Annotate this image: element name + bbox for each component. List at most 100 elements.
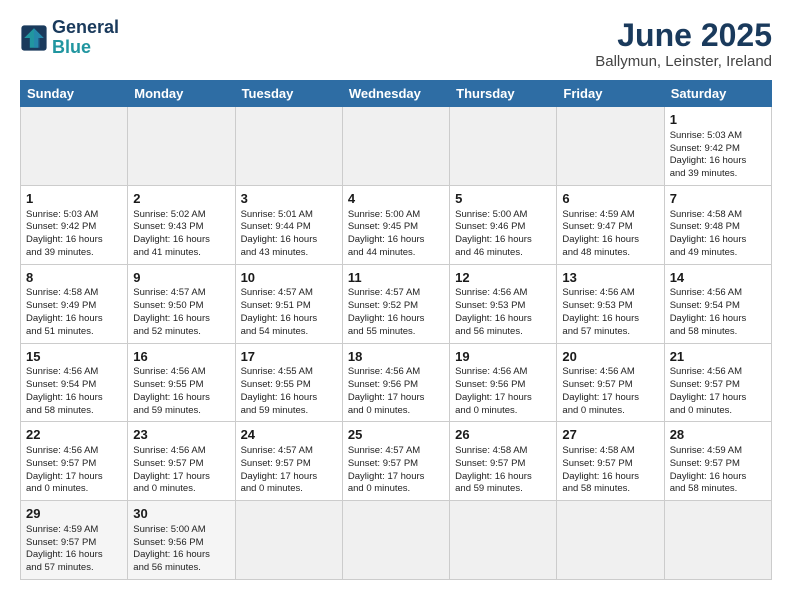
- day-info-line: and 58 minutes.: [670, 483, 766, 496]
- day-info-line: Sunset: 9:57 PM: [455, 458, 551, 471]
- day-info-line: and 44 minutes.: [348, 247, 444, 260]
- calendar-cell: 23Sunrise: 4:56 AMSunset: 9:57 PMDayligh…: [128, 422, 235, 501]
- calendar-cell: [664, 501, 771, 580]
- calendar-cell: [557, 501, 664, 580]
- day-info-line: Sunset: 9:47 PM: [562, 221, 658, 234]
- day-info-line: Sunrise: 5:00 AM: [455, 209, 551, 222]
- day-info-line: Sunrise: 4:56 AM: [133, 445, 229, 458]
- day-info-line: Daylight: 16 hours: [562, 234, 658, 247]
- day-info-line: Daylight: 16 hours: [670, 313, 766, 326]
- day-number: 12: [455, 269, 551, 287]
- day-info-line: Sunset: 9:54 PM: [670, 300, 766, 313]
- day-info-line: and 0 minutes.: [26, 483, 122, 496]
- calendar-cell: 13Sunrise: 4:56 AMSunset: 9:53 PMDayligh…: [557, 264, 664, 343]
- day-number: 24: [241, 426, 337, 444]
- day-info-line: and 58 minutes.: [670, 326, 766, 339]
- day-info-line: Sunrise: 4:57 AM: [241, 445, 337, 458]
- day-info-line: Sunset: 9:51 PM: [241, 300, 337, 313]
- day-info-line: Daylight: 16 hours: [562, 471, 658, 484]
- day-info-line: Sunrise: 4:58 AM: [670, 209, 766, 222]
- day-info-line: and 56 minutes.: [133, 562, 229, 575]
- day-info-line: and 46 minutes.: [455, 247, 551, 260]
- calendar-cell: 11Sunrise: 4:57 AMSunset: 9:52 PMDayligh…: [342, 264, 449, 343]
- day-info-line: Sunrise: 5:00 AM: [133, 524, 229, 537]
- title-block: June 2025 Ballymun, Leinster, Ireland: [595, 18, 772, 70]
- day-info-line: Sunset: 9:57 PM: [241, 458, 337, 471]
- day-info-line: and 57 minutes.: [562, 326, 658, 339]
- day-info-line: Sunset: 9:42 PM: [670, 143, 766, 156]
- day-info-line: Sunset: 9:57 PM: [348, 458, 444, 471]
- day-info-line: Daylight: 16 hours: [133, 234, 229, 247]
- day-info-line: Daylight: 16 hours: [455, 471, 551, 484]
- day-info-line: and 0 minutes.: [133, 483, 229, 496]
- day-info-line: Sunrise: 4:58 AM: [26, 287, 122, 300]
- day-info-line: and 0 minutes.: [348, 405, 444, 418]
- day-number: 10: [241, 269, 337, 287]
- day-info-line: Sunrise: 4:58 AM: [562, 445, 658, 458]
- day-info-line: and 39 minutes.: [26, 247, 122, 260]
- day-number: 29: [26, 505, 122, 523]
- day-info-line: Sunset: 9:56 PM: [133, 537, 229, 550]
- day-info-line: Sunset: 9:57 PM: [670, 458, 766, 471]
- calendar-cell: [128, 107, 235, 186]
- day-info-line: Daylight: 17 hours: [26, 471, 122, 484]
- calendar-cell: 26Sunrise: 4:58 AMSunset: 9:57 PMDayligh…: [450, 422, 557, 501]
- calendar-cell: 22Sunrise: 4:56 AMSunset: 9:57 PMDayligh…: [21, 422, 128, 501]
- day-number: 9: [133, 269, 229, 287]
- day-info-line: Daylight: 16 hours: [670, 471, 766, 484]
- calendar-cell: 4Sunrise: 5:00 AMSunset: 9:45 PMDaylight…: [342, 185, 449, 264]
- location: Ballymun, Leinster, Ireland: [595, 53, 772, 70]
- day-info-line: Daylight: 16 hours: [26, 234, 122, 247]
- calendar-cell: 18Sunrise: 4:56 AMSunset: 9:56 PMDayligh…: [342, 343, 449, 422]
- day-info-line: and 0 minutes.: [455, 405, 551, 418]
- day-info-line: Daylight: 17 hours: [348, 471, 444, 484]
- day-info-line: Daylight: 16 hours: [26, 392, 122, 405]
- calendar-cell: 17Sunrise: 4:55 AMSunset: 9:55 PMDayligh…: [235, 343, 342, 422]
- calendar-header-tuesday: Tuesday: [235, 81, 342, 107]
- day-info-line: Sunset: 9:57 PM: [670, 379, 766, 392]
- logo-text: General Blue: [52, 18, 119, 58]
- calendar-week-row: 22Sunrise: 4:56 AMSunset: 9:57 PMDayligh…: [21, 422, 772, 501]
- day-info-line: Sunset: 9:49 PM: [26, 300, 122, 313]
- day-number: 4: [348, 190, 444, 208]
- calendar-cell: 28Sunrise: 4:59 AMSunset: 9:57 PMDayligh…: [664, 422, 771, 501]
- day-number: 1: [670, 111, 766, 129]
- day-info-line: and 55 minutes.: [348, 326, 444, 339]
- calendar-cell: 9Sunrise: 4:57 AMSunset: 9:50 PMDaylight…: [128, 264, 235, 343]
- day-info-line: Sunset: 9:44 PM: [241, 221, 337, 234]
- day-number: 26: [455, 426, 551, 444]
- day-info-line: and 49 minutes.: [670, 247, 766, 260]
- calendar-cell: 12Sunrise: 4:56 AMSunset: 9:53 PMDayligh…: [450, 264, 557, 343]
- day-info-line: Sunrise: 4:56 AM: [133, 366, 229, 379]
- calendar-week-row: 1Sunrise: 5:03 AMSunset: 9:42 PMDaylight…: [21, 107, 772, 186]
- day-number: 1: [26, 190, 122, 208]
- calendar-header-wednesday: Wednesday: [342, 81, 449, 107]
- day-number: 16: [133, 348, 229, 366]
- day-info-line: Daylight: 16 hours: [133, 549, 229, 562]
- day-info-line: Daylight: 16 hours: [241, 313, 337, 326]
- day-info-line: and 0 minutes.: [241, 483, 337, 496]
- day-info-line: Sunrise: 4:55 AM: [241, 366, 337, 379]
- calendar-cell: [21, 107, 128, 186]
- day-info-line: Sunset: 9:55 PM: [241, 379, 337, 392]
- day-info-line: and 52 minutes.: [133, 326, 229, 339]
- day-info-line: Daylight: 16 hours: [26, 549, 122, 562]
- day-info-line: Sunset: 9:53 PM: [562, 300, 658, 313]
- day-info-line: Sunset: 9:57 PM: [133, 458, 229, 471]
- day-info-line: Sunrise: 4:56 AM: [670, 287, 766, 300]
- day-info-line: Daylight: 16 hours: [348, 313, 444, 326]
- calendar-table: SundayMondayTuesdayWednesdayThursdayFrid…: [20, 80, 772, 580]
- calendar-cell: [342, 501, 449, 580]
- day-info-line: Sunset: 9:55 PM: [133, 379, 229, 392]
- calendar-week-row: 15Sunrise: 4:56 AMSunset: 9:54 PMDayligh…: [21, 343, 772, 422]
- day-info-line: Daylight: 17 hours: [670, 392, 766, 405]
- day-info-line: Sunrise: 4:57 AM: [133, 287, 229, 300]
- day-number: 19: [455, 348, 551, 366]
- logo-icon: [20, 24, 48, 52]
- day-info-line: Sunset: 9:48 PM: [670, 221, 766, 234]
- day-info-line: Sunrise: 4:58 AM: [455, 445, 551, 458]
- day-number: 6: [562, 190, 658, 208]
- day-info-line: Sunrise: 4:57 AM: [241, 287, 337, 300]
- day-info-line: Daylight: 17 hours: [348, 392, 444, 405]
- calendar-cell: [235, 501, 342, 580]
